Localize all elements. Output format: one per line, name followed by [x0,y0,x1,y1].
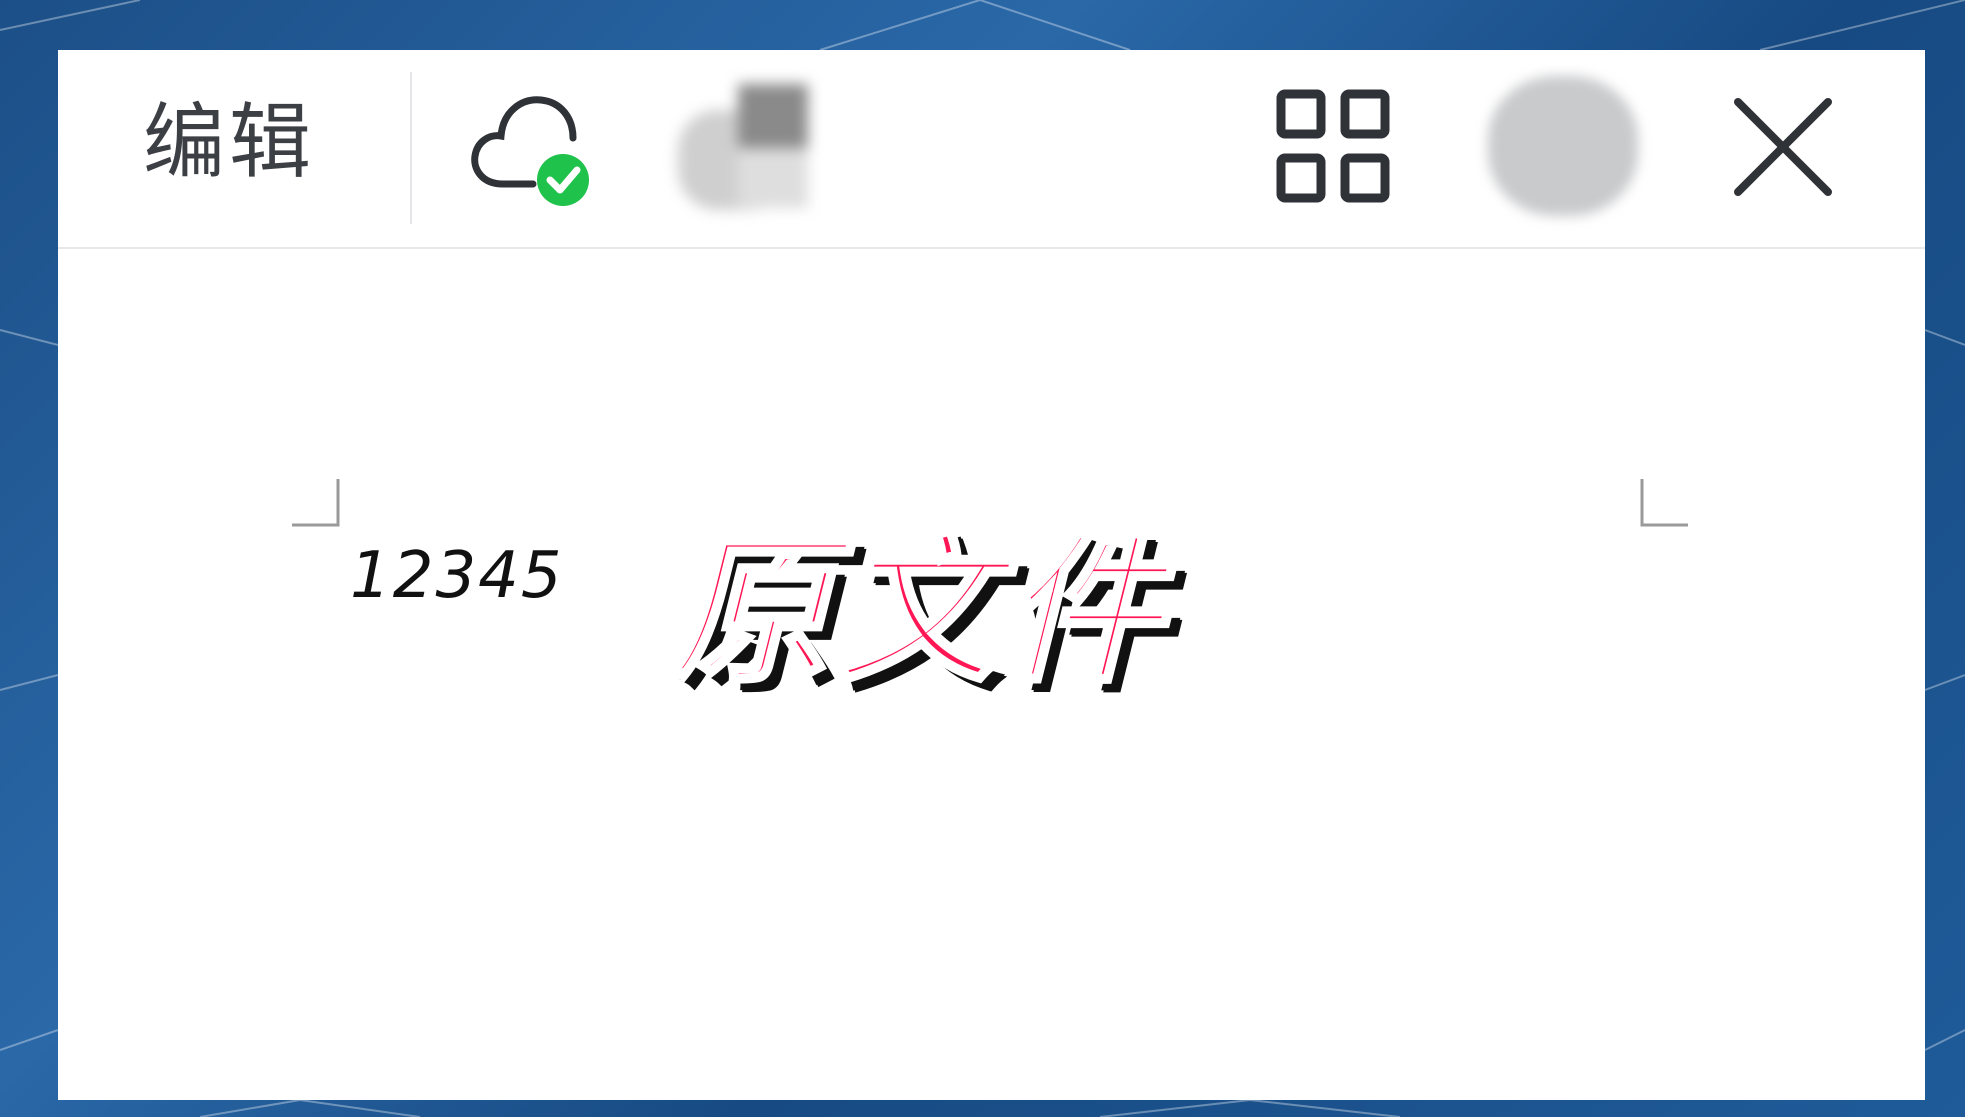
margin-corner-right [1640,479,1688,527]
edit-button[interactable]: 编辑 [143,88,315,198]
blurred-icon[interactable] [678,70,838,220]
grid-apps-icon[interactable] [1271,84,1395,208]
sync-check-badge [537,154,589,206]
top-toolbar: 编辑 [58,50,1925,249]
document-window: 编辑 12345 原文件 [58,50,1925,1100]
blurred-avatar[interactable] [1488,76,1638,216]
cloud-synced-icon[interactable] [463,76,603,216]
margin-corner-left [292,479,340,527]
close-icon[interactable] [1724,88,1842,206]
document-text[interactable]: 12345 [350,539,564,613]
document-page[interactable]: 12345 原文件 [58,249,1925,1100]
toolbar-divider [410,72,412,224]
overlay-caption: 原文件 [667,515,1169,707]
